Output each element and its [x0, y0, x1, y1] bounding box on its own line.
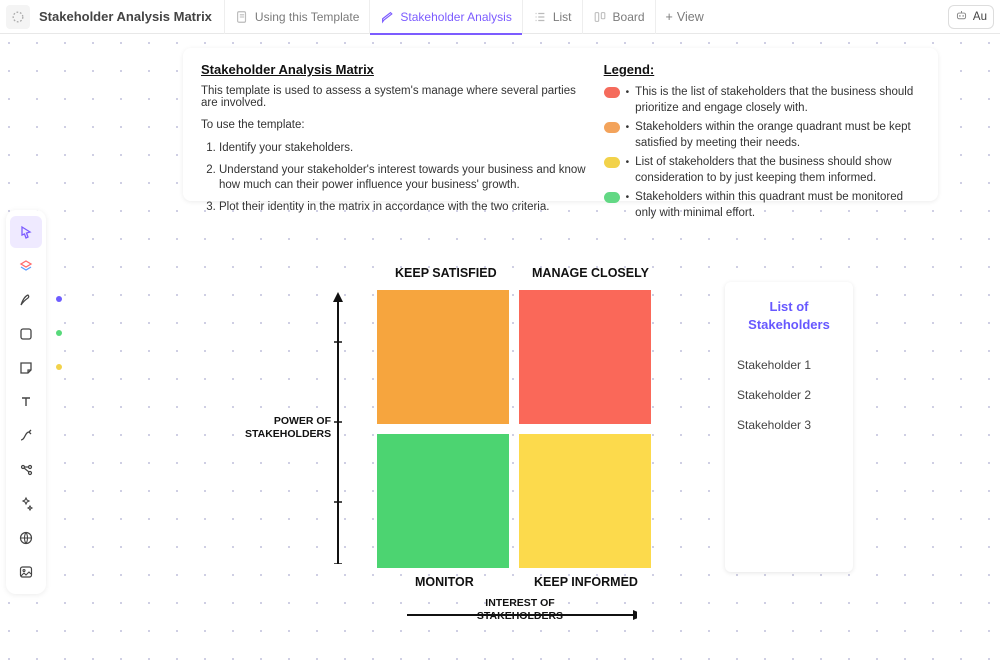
automation-button[interactable]: Au [948, 5, 994, 29]
sticky-tool[interactable] [10, 352, 42, 384]
info-step: Plot their identity in the matrix in acc… [219, 200, 588, 216]
list-icon [533, 10, 547, 24]
quadrant-label-bottom-right: KEEP INFORMED [534, 575, 638, 589]
info-step: Identify your stakeholders. [219, 141, 588, 157]
web-tool[interactable] [10, 522, 42, 554]
info-title: Stakeholder Analysis Matrix [201, 62, 588, 77]
list-item[interactable]: Stakeholder 1 [737, 358, 841, 372]
x-axis-label-2: STAKEHOLDERS [470, 610, 570, 622]
info-instructions-heading: To use the template: [201, 119, 588, 131]
y-axis-label-1: POWER OF [271, 415, 331, 427]
legend-title: Legend: [604, 62, 920, 77]
ai-tool[interactable] [10, 488, 42, 520]
legend-row-yellow: • List of stakeholders that the business… [604, 155, 920, 186]
legend-swatch-red [604, 87, 620, 98]
tab-using-template[interactable]: Using this Template [224, 0, 370, 34]
legend-row-orange: • Stakeholders within the orange quadran… [604, 120, 920, 151]
list-item[interactable]: Stakeholder 3 [737, 418, 841, 432]
tab-list[interactable]: List [522, 0, 582, 34]
tab-label: List [553, 10, 572, 24]
automation-label: Au [973, 11, 987, 23]
stakeholder-list-title: List of Stakeholders [737, 298, 841, 334]
tab-board[interactable]: Board [582, 0, 655, 34]
y-axis-label-2: STAKEHOLDERS [245, 428, 331, 440]
page-title: Stakeholder Analysis Matrix [39, 9, 212, 24]
layers-tool[interactable] [10, 250, 42, 282]
shape-tool[interactable] [10, 318, 42, 350]
quadrant-label-top-left: KEEP SATISFIED [395, 266, 497, 280]
legend-swatch-yellow [604, 157, 620, 168]
tool-palette [6, 210, 46, 594]
quadrant-manage-closely[interactable] [519, 290, 651, 424]
tab-label: Using this Template [255, 10, 360, 24]
info-step: Understand your stakeholder's interest t… [219, 163, 588, 194]
tab-stakeholder-analysis[interactable]: Stakeholder Analysis [369, 0, 521, 34]
legend-row-red: • This is the list of stakeholders that … [604, 85, 920, 116]
info-card: Stakeholder Analysis Matrix This templat… [183, 48, 938, 201]
image-tool[interactable] [10, 556, 42, 588]
quadrant-keep-satisfied[interactable] [377, 290, 509, 424]
legend-swatch-green [604, 192, 620, 203]
pen-tool[interactable] [10, 284, 42, 316]
legend-row-green: • Stakeholders within this quadrant must… [604, 190, 920, 221]
top-bar: Stakeholder Analysis Matrix Using this T… [0, 0, 1000, 34]
board-icon [593, 10, 607, 24]
legend-swatch-orange [604, 122, 620, 133]
legend-text: This is the list of stakeholders that th… [635, 85, 920, 116]
text-tool[interactable] [10, 386, 42, 418]
quadrant-label-top-right: MANAGE CLOSELY [532, 266, 649, 280]
list-item[interactable]: Stakeholder 2 [737, 388, 841, 402]
quadrant-monitor[interactable] [377, 434, 509, 568]
doc-template-icon [235, 10, 249, 24]
plus-icon: + [666, 10, 673, 24]
doc-icon[interactable] [6, 5, 30, 29]
relationship-tool[interactable] [10, 454, 42, 486]
info-step-list: Identify your stakeholders. Understand y… [201, 141, 588, 215]
add-view-button[interactable]: + View [655, 0, 714, 34]
tab-label: Board [613, 10, 645, 24]
info-description: This template is used to assess a system… [201, 85, 588, 109]
tab-label: Stakeholder Analysis [400, 10, 511, 24]
matrix: KEEP SATISFIED MANAGE CLOSELY MONITOR KE… [300, 260, 720, 620]
stakeholder-list-card[interactable]: List of Stakeholders Stakeholder 1 Stake… [725, 282, 853, 572]
y-axis-arrow [332, 292, 344, 564]
quadrant-label-bottom-left: MONITOR [415, 575, 474, 589]
legend-text: Stakeholders within this quadrant must b… [635, 190, 920, 221]
add-view-label: View [677, 10, 704, 24]
legend-text: Stakeholders within the orange quadrant … [635, 120, 920, 151]
quadrant-keep-informed[interactable] [519, 434, 651, 568]
connector-tool[interactable] [10, 420, 42, 452]
select-tool[interactable] [10, 216, 42, 248]
legend-text: List of stakeholders that the business s… [635, 155, 920, 186]
robot-icon [955, 9, 968, 25]
x-axis-label-1: INTEREST OF [470, 597, 570, 609]
whiteboard-icon [380, 10, 394, 24]
